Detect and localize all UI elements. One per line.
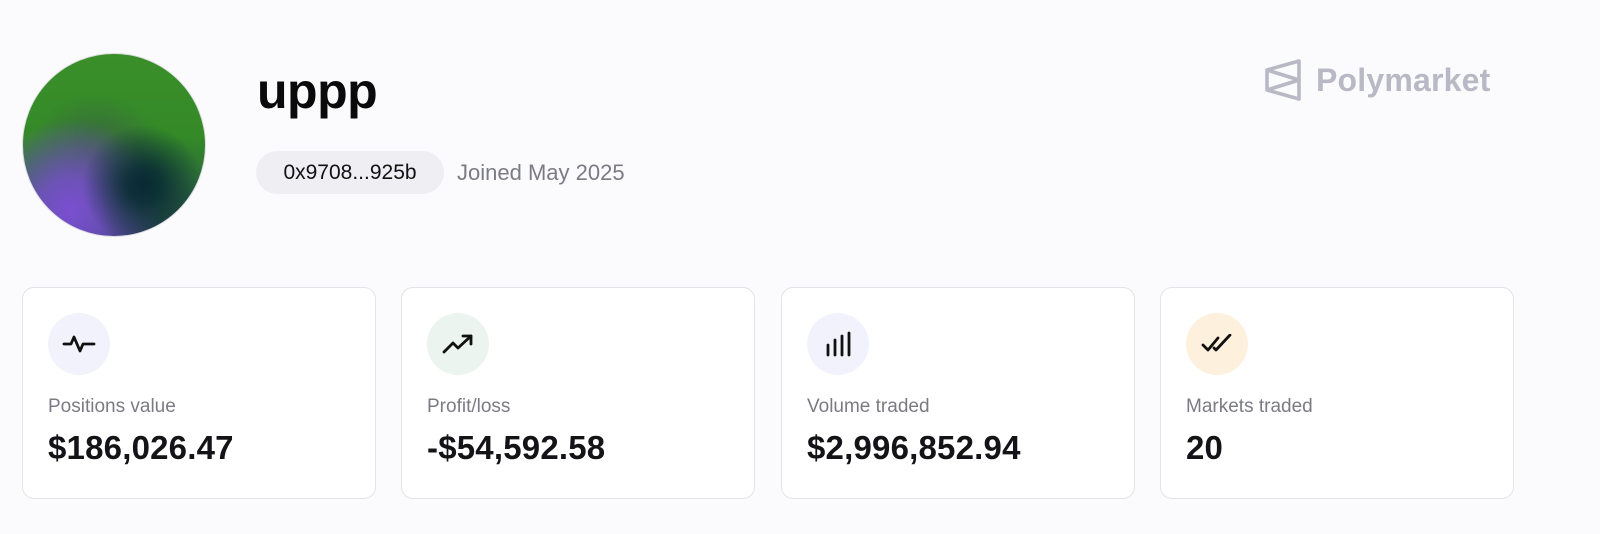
profile-header: uppp 0x9708...925b Joined May 2025 Polym… [0,0,1600,534]
joined-date: Joined May 2025 [457,160,625,185]
wallet-address-badge[interactable]: 0x9708...925b [256,151,444,194]
stat-value: -$54,592.58 [427,429,606,466]
stat-value: $186,026.47 [48,429,234,466]
brand-logo: Polymarket [1264,58,1491,102]
stat-card-markets-traded: Markets traded 20 [1160,287,1514,499]
stat-card-volume-traded: Volume traded $2,996,852.94 [781,287,1135,499]
avatar [22,53,206,237]
stat-label: Positions value [48,396,176,417]
stat-label: Markets traded [1186,396,1313,417]
stat-card-positions-value: Positions value $186,026.47 [22,287,376,499]
username: uppp [257,63,378,119]
bar-chart-icon [807,313,869,375]
stat-label: Volume traded [807,396,930,417]
activity-icon [48,313,110,375]
double-check-icon [1186,313,1248,375]
stat-value: 20 [1186,429,1224,466]
stat-value: $2,996,852.94 [807,429,1021,466]
stat-card-profit-loss: Profit/loss -$54,592.58 [401,287,755,499]
polymarket-logo-icon [1264,58,1302,102]
trending-up-icon [427,313,489,375]
brand-name: Polymarket [1316,61,1491,98]
stat-label: Profit/loss [427,396,511,417]
